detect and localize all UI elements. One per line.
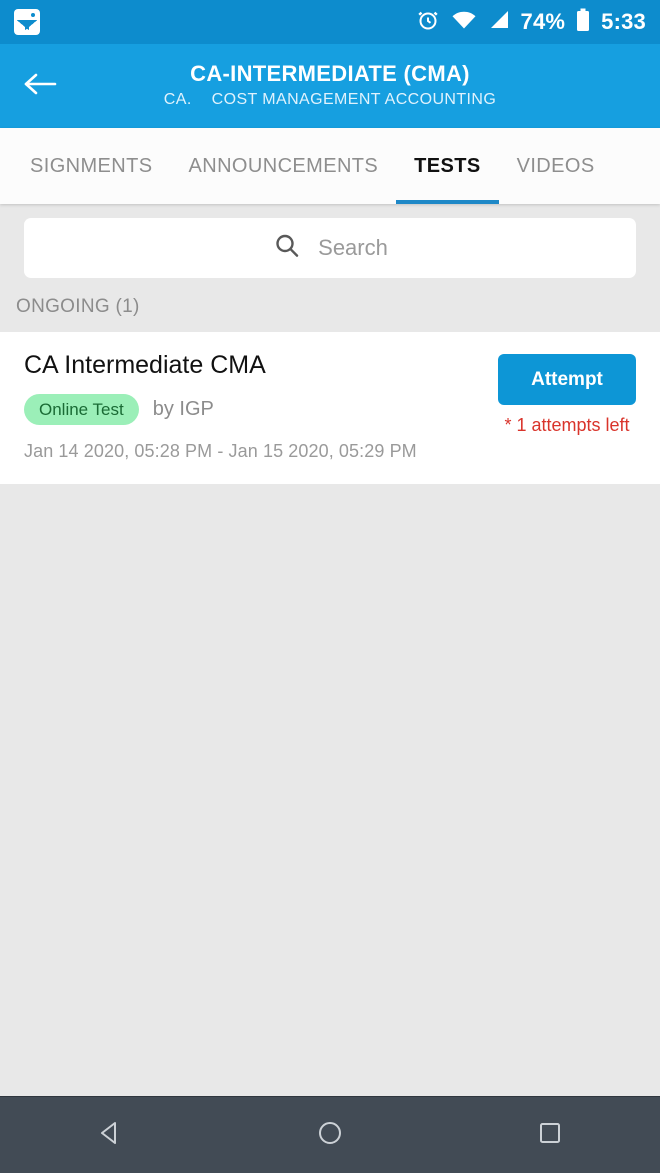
- test-date-range: Jan 14 2020, 05:28 PM - Jan 15 2020, 05:…: [24, 441, 417, 461]
- tab-bar: SIGNMENTS ANNOUNCEMENTS TESTS VIDEOS: [0, 128, 660, 204]
- test-list-item[interactable]: CA Intermediate CMA Online Test by IGP J…: [0, 332, 660, 484]
- tab-assignments-label: SIGNMENTS: [30, 154, 153, 177]
- status-bar-notifications: [14, 9, 40, 35]
- back-button[interactable]: [18, 64, 62, 108]
- photo-icon: [14, 9, 40, 35]
- tab-announcements[interactable]: ANNOUNCEMENTS: [171, 128, 397, 204]
- nav-recents-button[interactable]: [505, 1097, 595, 1173]
- battery-percent: 74%: [520, 9, 566, 34]
- wifi-icon: [451, 10, 477, 35]
- search-icon: [272, 231, 302, 266]
- nav-back-button[interactable]: [65, 1097, 155, 1173]
- tab-tests-label: TESTS: [414, 154, 481, 177]
- subject-code: CA.: [163, 90, 192, 108]
- battery-icon: [576, 8, 590, 37]
- tab-announcements-label: ANNOUNCEMENTS: [188, 154, 379, 177]
- test-info: CA Intermediate CMA Online Test by IGP J…: [24, 350, 498, 462]
- status-bar: 74% 5:33: [0, 0, 660, 44]
- status-bar-clock: 5:33: [601, 9, 646, 34]
- app-bar: CA-INTERMEDIATE (CMA) CA. COST MANAGEMENT…: [0, 44, 660, 128]
- tab-assignments[interactable]: SIGNMENTS: [12, 128, 171, 204]
- search-container: Search: [0, 204, 660, 290]
- search-input[interactable]: Search: [318, 235, 388, 261]
- subject-name: COST MANAGEMENT ACCOUNTING: [211, 90, 497, 108]
- test-author: by IGP: [152, 398, 214, 420]
- cellular-signal-icon: [488, 10, 510, 35]
- phone-screen: 74% 5:33 CA-INTERMEDIATE (CMA) CA. COST M…: [0, 0, 660, 1173]
- page-title: CA-INTERMEDIATE (CMA): [190, 61, 470, 87]
- test-title: CA Intermediate CMA: [24, 351, 266, 379]
- nav-home-circle-icon: [316, 1119, 344, 1152]
- app-bar-titles: CA-INTERMEDIATE (CMA) CA. COST MANAGEMENT…: [0, 60, 660, 112]
- test-meta: Online Test by IGP: [24, 394, 498, 425]
- tab-videos-label: VIDEOS: [516, 154, 595, 177]
- content-area: Search ONGOING (1) CA Intermediate CMA O…: [0, 204, 660, 1096]
- status-badge: Online Test: [24, 394, 139, 425]
- tab-videos[interactable]: VIDEOS: [499, 128, 613, 204]
- attempt-button[interactable]: Attempt: [498, 354, 636, 405]
- tab-tests[interactable]: TESTS: [396, 128, 500, 204]
- section-header-ongoing: ONGOING (1): [16, 296, 140, 317]
- search-bar[interactable]: Search: [24, 218, 636, 278]
- page-subtitle: CA. COST MANAGEMENT ACCOUNTING: [0, 88, 660, 112]
- test-actions: Attempt * 1 attempts left: [498, 350, 636, 436]
- system-nav-bar: [0, 1096, 660, 1173]
- nav-back-triangle-icon: [96, 1119, 124, 1152]
- back-arrow-icon: [22, 70, 58, 103]
- nav-home-button[interactable]: [285, 1097, 375, 1173]
- alarm-clock-icon: [416, 8, 440, 37]
- status-bar-indicators: 74% 5:33: [416, 8, 646, 37]
- nav-recents-square-icon: [537, 1120, 563, 1151]
- attempts-left-note: * 1 attempts left: [504, 415, 630, 435]
